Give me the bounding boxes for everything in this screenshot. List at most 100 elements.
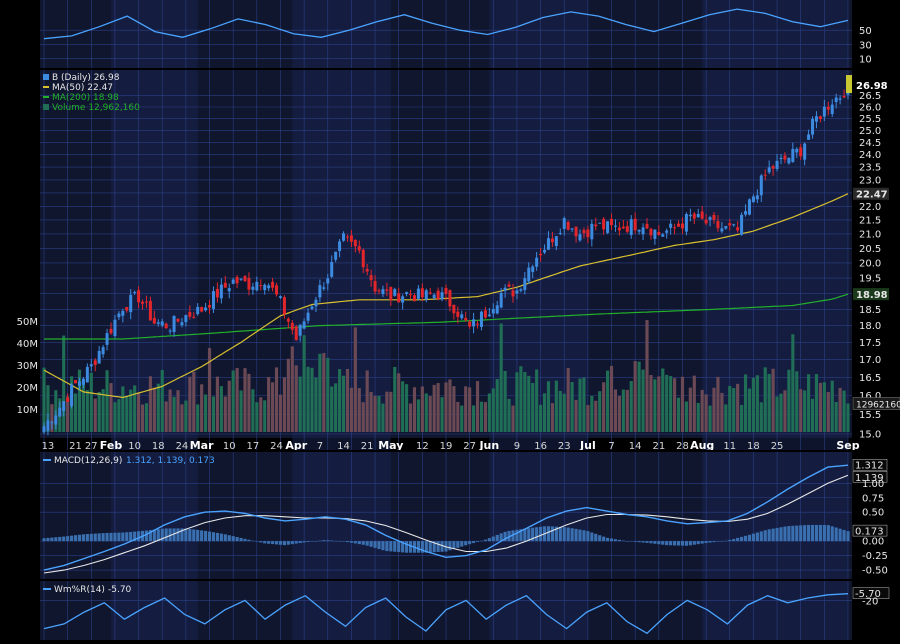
candle-body	[141, 301, 145, 304]
candle-body	[389, 286, 393, 301]
volume-bar	[314, 377, 318, 432]
macd-histogram-bar	[468, 541, 472, 545]
candle-body	[613, 225, 617, 227]
macd-histogram-bar	[54, 537, 58, 542]
macd-histogram-bar	[688, 541, 692, 546]
volume-bar	[799, 389, 803, 432]
macd-histogram-bar	[818, 524, 822, 542]
macd-histogram-bar	[673, 541, 677, 546]
volume-bar	[613, 389, 618, 432]
candle-body	[184, 315, 188, 323]
candle-body	[724, 226, 728, 229]
macd-tick-label: 0.75	[862, 493, 884, 504]
macd-histogram-bar	[740, 536, 744, 542]
candle-body	[172, 315, 176, 332]
macd-histogram-bar	[787, 526, 791, 542]
macd-histogram-bar	[334, 540, 338, 542]
volume-bar	[369, 391, 373, 432]
volume-bar	[724, 404, 728, 432]
macd-histogram-bar	[129, 531, 133, 542]
volume-bar	[795, 371, 799, 432]
macd-histogram-bar	[310, 541, 314, 542]
candle-body	[814, 116, 818, 122]
candle-body	[669, 223, 673, 228]
macd-histogram-bar	[42, 538, 46, 542]
candle-body	[137, 290, 141, 303]
volume-bar	[598, 391, 602, 432]
macd-histogram-bar	[665, 541, 669, 546]
candle-body	[215, 288, 219, 298]
macd-histogram-bar	[613, 539, 618, 542]
volume-bar	[755, 375, 759, 432]
candle-body	[574, 226, 578, 237]
macd-histogram-bar	[89, 533, 93, 542]
volume-bar	[101, 389, 105, 432]
candle-body	[294, 326, 298, 340]
macd-histogram-bar	[676, 541, 681, 546]
macd-histogram-bar	[184, 528, 188, 542]
candle-body	[397, 293, 401, 303]
candle-body	[704, 219, 708, 224]
volume-bar	[81, 381, 85, 432]
volume-bar	[483, 402, 487, 432]
macd-histogram-bar	[566, 527, 570, 542]
volume-bar	[42, 367, 46, 432]
volume-bar	[720, 392, 724, 432]
top-tick-label: 50	[859, 26, 872, 37]
candle-body	[677, 223, 681, 227]
volume-bar	[732, 388, 736, 432]
volume-bar	[830, 380, 834, 432]
macd-histogram-bar	[50, 537, 54, 542]
candle-body	[58, 407, 62, 417]
volume-bar	[231, 370, 235, 432]
volume-bar	[499, 323, 503, 432]
candle-body	[164, 323, 168, 329]
candle-body	[298, 324, 302, 336]
candle-body	[70, 384, 74, 407]
candle-body	[818, 116, 822, 120]
candle-body	[617, 227, 621, 231]
macd-histogram-bar	[282, 541, 286, 546]
candle-body	[653, 229, 657, 239]
volume-bar	[385, 391, 389, 432]
ma50-last-label: 22.47	[856, 190, 888, 201]
candle-body	[330, 262, 334, 277]
candle-body	[109, 328, 113, 334]
macd-histogram-bar	[747, 534, 752, 542]
candle-body	[377, 290, 381, 292]
volume-bar	[846, 403, 850, 432]
volume-bar	[708, 405, 712, 432]
volume-bar	[673, 378, 677, 432]
candle-body	[77, 381, 81, 386]
macd-histogram-bar	[302, 541, 306, 543]
volume-bar	[349, 387, 353, 432]
macd-histogram-bar	[692, 541, 696, 545]
candle-body	[424, 290, 428, 300]
macd-histogram-bar	[381, 541, 385, 551]
month-shade-3	[702, 0, 848, 640]
candle-body	[208, 304, 212, 308]
macd-histogram-bar	[629, 541, 633, 542]
macd-histogram-bar	[393, 541, 397, 552]
macd-histogram-bar	[306, 541, 310, 542]
candle-body	[255, 281, 259, 291]
price-tick-label: 18.5	[859, 305, 881, 316]
macd-histogram-bar	[743, 535, 748, 542]
volume-tick-label: 20M	[17, 383, 38, 394]
macd-histogram-bar	[838, 528, 842, 542]
volume-bar	[728, 385, 732, 432]
macd-histogram-bar	[810, 524, 815, 542]
volume-bar	[763, 367, 767, 432]
volume-bar	[235, 368, 239, 432]
candle-body	[271, 281, 275, 288]
candle-body	[649, 228, 653, 236]
candle-body	[708, 217, 712, 220]
volume-bar	[164, 401, 168, 432]
macd-histogram-bar	[239, 537, 243, 542]
volume-bar	[625, 389, 629, 432]
volume-bar	[472, 405, 476, 432]
candle-body	[440, 292, 444, 300]
macd-histogram-bar	[58, 536, 62, 542]
candle-body	[219, 284, 223, 299]
volume-bar	[783, 390, 787, 432]
